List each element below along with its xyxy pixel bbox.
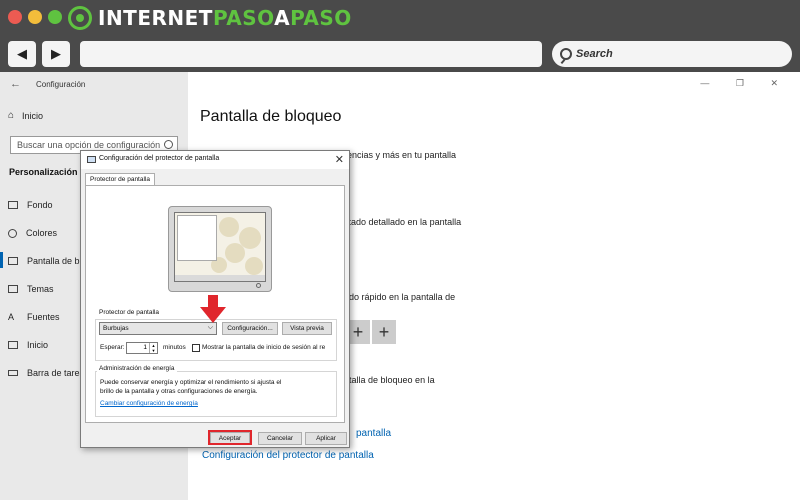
sidebar-item-label: Colores (26, 228, 58, 238)
settings-button[interactable]: Configuración... (222, 322, 278, 335)
lock-screen-icon (8, 257, 18, 265)
preview-screen (174, 212, 266, 282)
back-arrow-icon: ◀ (17, 46, 27, 61)
home-icon: ⌂ (8, 110, 15, 121)
plus-icon: + (378, 321, 390, 342)
cancel-button[interactable]: Cancelar (258, 432, 302, 445)
apply-button[interactable]: Aplicar (305, 432, 347, 445)
logo-part-internet: INTERNET (98, 6, 213, 30)
search-placeholder: Search (576, 48, 613, 60)
sidebar-item-label: Inicio (22, 110, 44, 121)
sidebar-item-colores[interactable]: Colores (8, 228, 57, 238)
browser-navbar: ◀ ▶ Search (0, 36, 800, 72)
preview-button[interactable]: Vista previa (282, 322, 332, 335)
start-menu-icon (8, 341, 18, 349)
palette-icon (8, 228, 17, 238)
screensaver-settings-link[interactable]: Configuración del protector de pantalla (202, 450, 374, 461)
sidebar-item-home[interactable]: ⌂ Inicio (8, 110, 43, 121)
section-heading: Personalización (9, 167, 78, 177)
sidebar-item-lock-screen[interactable]: Pantalla de blo (8, 256, 87, 266)
forward-arrow-icon: ▶ (51, 46, 61, 61)
font-icon: A (8, 312, 15, 322)
monitor-icon (87, 156, 96, 163)
energy-description: brillo de la pantalla y otras configurac… (100, 388, 258, 395)
groupbox-label: Protector de pantalla (97, 309, 161, 316)
sidebar-item-label: Fuentes (27, 312, 60, 322)
search-placeholder: Buscar una opción de configuración (17, 140, 161, 150)
sidebar-item-label: Fondo (27, 200, 53, 210)
sidebar-item-label: Inicio (27, 340, 49, 350)
sidebar-item-label: Barra de tarea (27, 368, 85, 378)
logo-ring-icon (68, 6, 92, 30)
maximize-window-dot[interactable] (48, 10, 62, 24)
sidebar-item-barra-tareas[interactable]: Barra de tarea (8, 368, 85, 378)
brush-icon (8, 285, 18, 293)
address-bar[interactable] (80, 41, 542, 67)
sidebar-item-temas[interactable]: Temas (8, 284, 54, 294)
search-icon (560, 48, 572, 60)
page-title: Pantalla de bloqueo (200, 108, 342, 125)
chevron-down-icon: ⌵ (207, 324, 213, 331)
monitor-preview (168, 206, 272, 292)
red-arrow-icon (200, 295, 226, 323)
power-led-icon (256, 283, 261, 288)
taskbar-icon (8, 370, 18, 376)
login-checkbox-label: Mostrar la pantalla de inicio de sesión … (202, 344, 326, 351)
login-screen-checkbox[interactable] (192, 344, 200, 352)
sidebar-item-label: Pantalla de blo (27, 256, 87, 266)
search-icon (164, 140, 173, 149)
stepper-arrows-icon[interactable]: ▲ ▼ (149, 343, 157, 353)
logo-part-a: A (274, 6, 291, 30)
sidebar-item-fondo[interactable]: Fondo (8, 200, 53, 210)
close-window-dot[interactable] (8, 10, 22, 24)
active-indicator (0, 252, 3, 268)
back-arrow-icon[interactable]: ← (10, 78, 21, 90)
site-logo: INTERNETPASOAPASO (68, 5, 352, 31)
close-icon[interactable]: ✕ (335, 153, 344, 166)
sidebar-item-label: Temas (27, 284, 54, 294)
wait-label: Esperar: (100, 344, 125, 351)
logo-part-paso2: PASO (290, 6, 352, 30)
screensaver-select[interactable]: Burbujas ⌵ (99, 322, 217, 335)
description-text: ntalla de bloqueo en la (344, 375, 435, 385)
description-text: rencias y más en tu pantalla (344, 150, 457, 160)
logo-part-paso: PASO (212, 6, 275, 30)
browser-search-input[interactable]: Search (552, 41, 792, 67)
settings-link[interactable]: pantalla (356, 428, 391, 439)
plus-icon: + (352, 321, 364, 342)
sidebar-item-inicio[interactable]: Inicio (8, 340, 48, 350)
back-button[interactable]: ◀ (8, 41, 36, 67)
stepper-value: 1 (143, 344, 147, 351)
preview-taskbar (175, 275, 265, 281)
description-text: stado detallado en la pantalla (344, 217, 462, 227)
minimize-window-dot[interactable] (28, 10, 42, 24)
sidebar-item-fuentes[interactable]: A Fuentes (8, 312, 60, 322)
browser-titlebar: INTERNETPASOAPASO (0, 0, 800, 36)
wait-minutes-stepper[interactable]: 1 ▲ ▼ (126, 342, 158, 354)
minutes-label: minutos (163, 344, 186, 351)
forward-button[interactable]: ▶ (42, 41, 70, 67)
selected-value: Burbujas (103, 325, 129, 332)
window-controls[interactable]: — ❐ ✕ (700, 78, 790, 89)
settings-title: Configuración (36, 80, 86, 89)
preview-window (177, 215, 217, 261)
add-app-button[interactable]: + (372, 320, 396, 344)
dialog-title: Configuración del protector de pantalla (99, 155, 220, 162)
dialog-titlebar: Configuración del protector de pantalla … (81, 151, 349, 169)
description-text: ado rápido en la pantalla de (344, 292, 456, 302)
energy-settings-link[interactable]: Cambiar configuración de energía (100, 400, 198, 407)
energy-description: Puede conservar energía y optimizar el r… (100, 379, 282, 386)
image-icon (8, 201, 18, 209)
groupbox-label: Administración de energía (97, 365, 177, 372)
ok-button-highlight (208, 430, 252, 445)
